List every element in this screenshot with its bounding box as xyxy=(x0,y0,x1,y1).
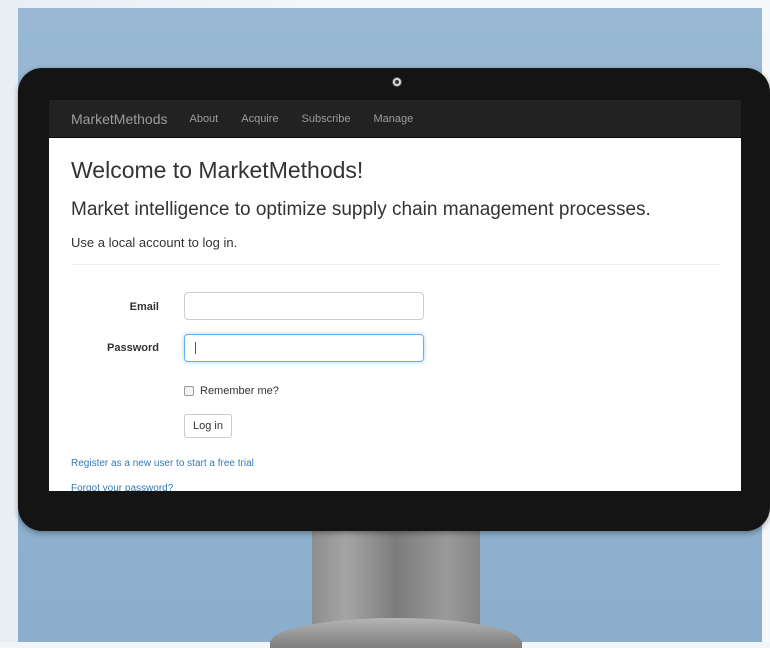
remember-me-label[interactable]: Remember me? xyxy=(200,385,279,397)
divider xyxy=(71,264,719,265)
webcam-icon xyxy=(392,77,402,87)
forgot-password-link[interactable]: Forgot your password? xyxy=(71,483,173,491)
login-subheading: Use a local account to log in. xyxy=(71,235,238,250)
page-tagline: Market intelligence to optimize supply c… xyxy=(71,199,651,220)
nav-link-manage[interactable]: Manage xyxy=(373,113,413,125)
main-content: Welcome to MarketMethods! Market intelli… xyxy=(49,157,741,265)
login-button[interactable]: Log in xyxy=(184,414,232,438)
page-title: Welcome to MarketMethods! xyxy=(71,157,364,183)
password-label: Password xyxy=(107,342,159,354)
email-label: Email xyxy=(129,301,159,313)
remember-me-row: Remember me? xyxy=(184,385,279,397)
nav-link-about[interactable]: About xyxy=(189,113,218,125)
top-navbar: MarketMethods About Acquire Subscribe Ma… xyxy=(49,100,741,138)
nav-link-subscribe[interactable]: Subscribe xyxy=(302,113,351,125)
remember-me-checkbox[interactable] xyxy=(184,386,194,396)
password-field[interactable] xyxy=(184,334,424,362)
brand-link[interactable]: MarketMethods xyxy=(71,111,167,127)
monitor-screen: MarketMethods About Acquire Subscribe Ma… xyxy=(49,100,741,491)
register-link[interactable]: Register as a new user to start a free t… xyxy=(71,458,254,469)
nav-link-acquire[interactable]: Acquire xyxy=(241,113,278,125)
text-cursor xyxy=(195,342,196,354)
email-field[interactable] xyxy=(184,292,424,320)
